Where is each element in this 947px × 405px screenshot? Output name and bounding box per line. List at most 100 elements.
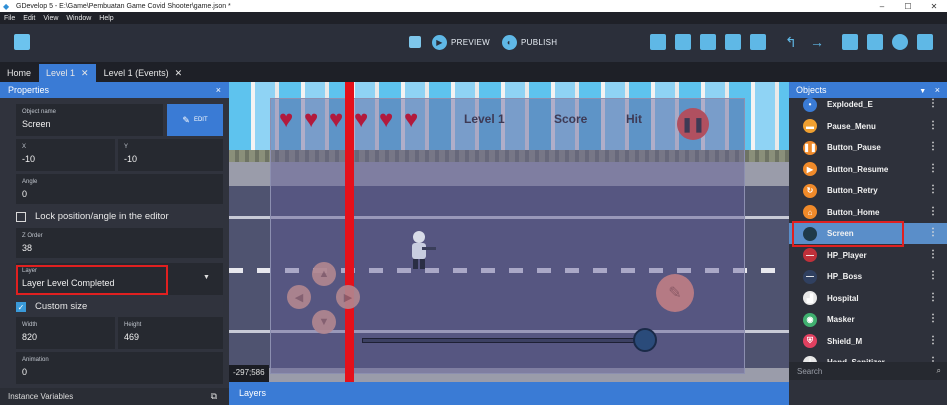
dpad-down-button[interactable]: ▼ [312,310,336,334]
z-order-input[interactable]: Z Order 38 [16,228,223,258]
publish-button[interactable]: ◐ PUBLISH [502,35,557,50]
x-input[interactable]: X -10 [16,139,115,171]
layers-panel-header[interactable]: Layers [229,382,789,405]
field-label: Animation [22,357,49,363]
chevron-down-icon[interactable]: ▼ [203,274,210,281]
object-item-hospital[interactable]: ▟ Hospital ⋮ [789,288,947,309]
maximize-button[interactable]: ☐ [895,2,921,11]
instance-variables-section[interactable]: Instance Variables ⧉ [0,388,229,405]
objects-search-field[interactable]: Search ⌕ [789,362,947,380]
screen-object-instance[interactable] [270,98,745,374]
dpad-right-button[interactable]: ▶ [336,285,360,309]
tab-label: Home [7,68,32,78]
tab-level-1-events[interactable]: Level 1 (Events) ✕ [97,64,190,82]
properties-panel-icon[interactable] [700,34,716,50]
object-item-masker[interactable]: ◉ Masker ⋮ [789,309,947,330]
menu-file[interactable]: File [4,15,15,22]
object-item-button-home[interactable]: ⌂ Button_Home ⋮ [789,202,947,223]
pause-icon: ❚❚ [803,140,817,155]
more-options-icon[interactable]: ⋮ [928,98,938,109]
zoom-icon[interactable] [892,34,908,50]
more-options-icon[interactable]: ⋮ [928,270,938,281]
close-window-button[interactable]: ✕ [921,2,947,11]
object-item-pause-menu[interactable]: ▬ Pause_Menu ⋮ [789,116,947,137]
object-item-button-retry[interactable]: ↻ Button_Retry ⋮ [789,180,947,201]
panel-icon: ▬ [803,119,817,133]
instances-list-icon[interactable] [725,34,741,50]
field-value: 0 [22,367,28,377]
more-options-icon[interactable]: ⋮ [928,184,938,195]
object-name: Button_Resume [827,164,889,174]
editor-settings-icon[interactable] [917,34,933,50]
heart-icon: ♥ [379,106,394,133]
lock-position-checkbox[interactable]: Lock position/angle in the editor [16,211,169,222]
hud-hit-text: Hit [626,112,642,126]
open-external-icon[interactable]: ⧉ [211,391,217,402]
hp-boss-bar[interactable] [362,338,642,343]
more-options-icon[interactable]: ⋮ [928,120,938,131]
edit-object-button[interactable]: ✎ EDIT [167,104,223,136]
tab-level-1[interactable]: Level 1 ✕ [39,64,96,82]
object-item-hp-player[interactable]: — HP_Player ⋮ [789,245,947,266]
project-manager-icon[interactable] [14,34,30,50]
object-name: Button_Pause [827,143,881,152]
redo-icon[interactable]: → [810,34,826,50]
menu-window[interactable]: Window [66,15,91,22]
properties-header: Properties × [0,82,229,98]
dpad-up-button[interactable]: ▲ [312,262,336,286]
object-item-button-resume[interactable]: ▶ Button_Resume ⋮ [789,159,947,180]
objects-panel-icon[interactable] [650,34,666,50]
object-name: Shield_M [827,336,863,346]
more-options-icon[interactable]: ⋮ [928,141,938,152]
checkbox-checked-icon: ✓ [16,301,26,312]
close-icon[interactable]: × [216,85,221,95]
custom-size-checkbox[interactable]: ✓ Custom size [16,301,87,312]
object-name: Button_Home [827,207,880,217]
more-options-icon[interactable]: ⋮ [928,313,938,324]
object-item-exploded-e[interactable]: • Exploded_E ⋮ [789,94,947,115]
close-icon[interactable]: ✕ [81,68,89,79]
search-icon[interactable]: ⌕ [937,366,941,376]
more-options-icon[interactable]: ⋮ [928,249,938,260]
undo-icon[interactable]: ↰ [785,34,801,50]
player-character[interactable] [406,230,436,270]
object-item-button-pause[interactable]: ❚❚ Button_Pause ⋮ [789,137,947,158]
close-icon[interactable]: ✕ [175,68,183,79]
dpad-left-button[interactable]: ◀ [287,285,311,309]
layers-panel-icon[interactable] [750,34,766,50]
minimize-button[interactable]: – [869,2,895,11]
object-item-hp-boss[interactable]: — HP_Boss ⋮ [789,266,947,287]
debug-icon[interactable] [409,36,421,48]
virus-boss-icon[interactable] [633,328,657,352]
more-options-icon[interactable]: ⋮ [928,163,938,174]
more-options-icon[interactable]: ⋮ [928,335,938,346]
objects-panel: Objects ▼ × • Exploded_E ⋮ ▬ Pause_Menu ⋮ ❚❚ Bu… [789,82,947,405]
more-options-icon[interactable]: ⋮ [928,292,938,303]
shoot-button-icon[interactable]: ✎ [656,274,694,312]
menu-edit[interactable]: Edit [23,15,35,22]
y-input[interactable]: Y -10 [118,139,223,171]
more-options-icon[interactable]: ⋮ [928,206,938,217]
scene-canvas[interactable]: ♥ ♥ ♥ ♥ ♥ ♥ Level 1 Score Hit ❚❚ ▲ ◀ ▶ ▼… [229,82,789,382]
window-mask-icon[interactable] [842,34,858,50]
tab-home[interactable]: Home [0,64,38,82]
menu-help[interactable]: Help [99,15,113,22]
width-input[interactable]: Width 820 [16,317,115,349]
preview-button[interactable]: ▶ PREVIEW [432,35,490,50]
object-item-shield-m[interactable]: ⛨ Shield_M ⋮ [789,331,947,352]
hp-player-bar[interactable] [345,82,354,382]
heart-icon: ♥ [354,106,369,133]
object-groups-icon[interactable] [675,34,691,50]
menu-bar: File Edit View Window Help [0,12,947,24]
grid-icon[interactable] [867,34,883,50]
bar-icon: — [803,269,817,284]
menu-view[interactable]: View [43,15,58,22]
editor-tabs: Home Level 1 ✕ Level 1 (Events) ✕ [0,62,947,82]
angle-input[interactable]: Angle 0 [16,174,223,204]
animation-input[interactable]: Animation 0 [16,352,223,384]
layer-highlight-box [16,265,168,295]
pause-button-icon[interactable]: ❚❚ [677,108,709,140]
height-input[interactable]: Height 469 [118,317,223,349]
more-options-icon[interactable]: ⋮ [928,227,938,238]
star-icon: • [803,97,817,112]
